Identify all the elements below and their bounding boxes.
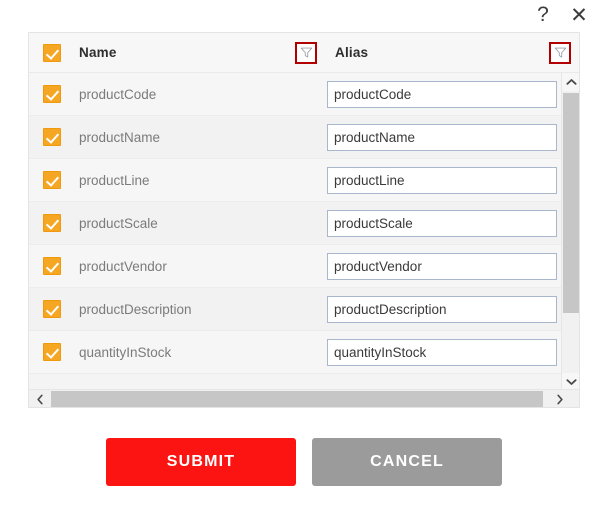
row-name-cell: productName	[75, 116, 327, 158]
scroll-left-icon[interactable]	[31, 390, 49, 407]
row-name-cell: productLine	[75, 159, 327, 201]
row-alias-cell	[327, 123, 563, 151]
horizontal-scrollbar-thumb[interactable]	[51, 391, 543, 407]
vertical-scrollbar-thumb[interactable]	[563, 93, 579, 313]
horizontal-scrollbar[interactable]	[29, 389, 579, 407]
table-row: productDescription	[29, 288, 563, 331]
row-checkbox[interactable]	[43, 171, 61, 189]
column-header-alias[interactable]: Alias	[327, 33, 579, 72]
table-row: productLine	[29, 159, 563, 202]
cancel-button[interactable]: Cancel	[312, 438, 502, 486]
row-alias-cell	[327, 80, 563, 108]
dialog-footer: Submit Cancel	[0, 438, 608, 486]
row-name-cell: productCode	[75, 73, 327, 115]
row-alias-cell	[327, 338, 563, 366]
row-checkbox[interactable]	[43, 214, 61, 232]
select-all-cell	[29, 43, 75, 62]
scroll-right-icon[interactable]	[551, 390, 569, 407]
scroll-up-icon[interactable]	[562, 73, 579, 91]
table-row: productVendor	[29, 245, 563, 288]
row-name-cell: quantityInStock	[75, 331, 327, 373]
row-checkbox[interactable]	[43, 85, 61, 103]
column-header-name-label: Name	[79, 45, 117, 60]
row-name-label: productLine	[79, 172, 150, 188]
row-checkbox[interactable]	[43, 257, 61, 275]
help-icon[interactable]: ?	[528, 0, 558, 30]
grid-body: productCode productName productLine product…	[29, 73, 563, 391]
row-name-cell: productVendor	[75, 245, 327, 287]
grid-header-row: Name Alias	[29, 33, 579, 73]
column-header-name[interactable]: Name	[75, 33, 327, 72]
row-name-label: productVendor	[79, 258, 167, 274]
row-name-label: productName	[79, 129, 161, 145]
alias-input[interactable]	[327, 252, 557, 280]
dialog-root: ? ✕ Name Alias productCode productCode p…	[0, 0, 608, 525]
filter-funnel-icon	[300, 47, 312, 58]
row-checkbox-cell	[29, 300, 75, 318]
row-checkbox[interactable]	[43, 300, 61, 318]
row-checkbox-cell	[29, 343, 75, 361]
row-checkbox-cell	[29, 214, 75, 232]
alias-input[interactable]	[327, 209, 557, 237]
vertical-scrollbar[interactable]	[561, 73, 579, 391]
alias-input[interactable]	[327, 295, 557, 323]
row-name-label: productDescription	[79, 301, 192, 317]
table-row: productScale	[29, 202, 563, 245]
alias-input[interactable]	[327, 80, 557, 108]
row-name-cell: productDescription	[75, 288, 327, 330]
alias-filter-icon[interactable]	[549, 41, 571, 64]
select-all-checkbox[interactable]	[43, 43, 61, 62]
alias-input[interactable]	[327, 166, 557, 194]
column-selection-panel: Name Alias productCodeproductNameproduct…	[28, 32, 580, 408]
column-header-alias-label: Alias	[335, 45, 369, 60]
row-name-label: productScale	[79, 215, 158, 231]
row-name-label: productCode	[79, 86, 157, 102]
title-bar: ? ✕	[0, 0, 608, 30]
row-alias-cell	[327, 295, 563, 323]
row-alias-cell	[327, 252, 563, 280]
chevron-down-icon	[565, 379, 577, 385]
row-name-label: quantityInStock	[79, 344, 172, 360]
chevron-left-icon	[37, 394, 43, 404]
alias-input[interactable]	[327, 123, 557, 151]
table-row: productCode	[29, 73, 563, 116]
table-row: productName	[29, 116, 563, 159]
close-icon[interactable]: ✕	[564, 0, 594, 30]
row-name-cell: productScale	[75, 202, 327, 244]
help-icon-glyph: ?	[537, 3, 549, 26]
row-alias-cell	[327, 209, 563, 237]
row-alias-cell	[327, 166, 563, 194]
table-row: quantityInStock	[29, 331, 563, 374]
close-icon-glyph: ✕	[570, 3, 588, 27]
row-checkbox-cell	[29, 171, 75, 189]
name-filter-icon[interactable]	[295, 41, 317, 64]
submit-button[interactable]: Submit	[106, 438, 296, 486]
row-checkbox[interactable]	[43, 343, 61, 361]
chevron-right-icon	[557, 394, 563, 404]
alias-input[interactable]	[327, 338, 557, 366]
row-checkbox-cell	[29, 85, 75, 103]
row-checkbox[interactable]	[43, 128, 61, 146]
chevron-up-icon	[565, 79, 577, 85]
filter-funnel-icon	[554, 47, 566, 58]
row-checkbox-cell	[29, 257, 75, 275]
row-checkbox-cell	[29, 128, 75, 146]
